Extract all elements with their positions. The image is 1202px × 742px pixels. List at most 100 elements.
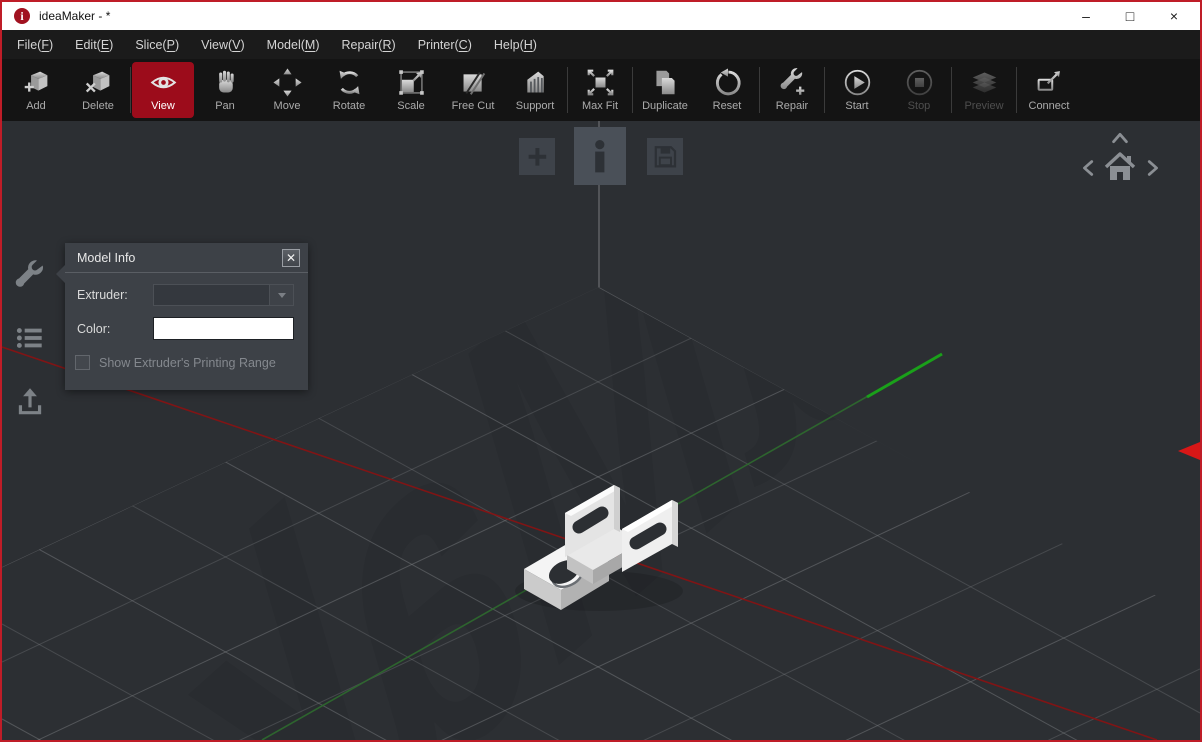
model-settings-button[interactable] [13,258,47,292]
toolbar-duplicate-button[interactable]: Duplicate [634,62,696,118]
info-icon [574,127,626,185]
extruder-row: Extruder: [77,284,294,306]
toolbar-scale-button[interactable]: Scale [380,62,442,118]
close-button[interactable]: × [1152,2,1196,30]
toolbar-support-button[interactable]: Support [504,62,566,118]
toolbar-label: Scale [397,100,425,112]
toolbar-repair-button[interactable]: Repair [761,62,823,118]
toolbar-pan-button[interactable]: Pan [194,62,256,118]
show-range-label: Show Extruder's Printing Range [99,355,276,370]
toolbar-separator [951,67,952,113]
app-logo-icon: i [14,8,30,24]
toolbar-move-button[interactable]: Move [256,62,318,118]
toolbar-label: Support [515,100,555,112]
toolbar-rotate-button[interactable]: Rotate [318,62,380,118]
dialog-header: Model Info ✕ [65,243,308,273]
toolbar-label: Start [845,100,869,112]
toolbar-stop-button: Stop [888,62,950,118]
minimize-button[interactable]: – [1064,2,1108,30]
menu-model[interactable]: Model(M) [256,38,331,52]
home-view-button[interactable] [1102,148,1138,184]
rotate-icon [335,68,364,97]
window-controls: – □ × [1064,2,1196,30]
add-model-button[interactable] [519,138,555,175]
extruder-label: Extruder: [77,288,128,302]
menu-view[interactable]: View(V) [190,38,256,52]
toolbar-separator [567,67,568,113]
menu-help[interactable]: Help(H) [483,38,548,52]
view-icon [149,68,178,97]
toolbar-separator [130,67,131,113]
dialog-title: Model Info [77,251,136,265]
menu-edit[interactable]: Edit(E) [64,38,124,52]
toolbar-label: Reset [712,100,742,112]
x-axis-arrow [1178,442,1200,460]
menu-repair[interactable]: Repair(R) [330,38,406,52]
maximize-button[interactable]: □ [1108,2,1152,30]
rotate-left-button[interactable] [1078,157,1100,179]
color-row: Color: [77,317,294,340]
toolbar-reset-button[interactable]: Reset [696,62,758,118]
menu-slice[interactable]: Slice(P) [124,38,190,52]
save-model-button[interactable] [647,138,683,175]
build-plate-watermark: ideaMaker [2,121,1200,740]
upload-icon [13,384,47,418]
dialog-pointer [56,265,65,283]
menu-bar: File(F) Edit(E) Slice(P) View(V) Model(M) Rep… [2,30,1200,59]
list-icon [13,321,47,355]
toolbar-label: View [151,100,175,112]
toolbar-preview-button: Preview [953,62,1015,118]
rotate-right-button[interactable] [1141,157,1163,179]
duplicate-icon [651,68,680,97]
free-cut-icon [459,68,488,97]
toolbar-label: Delete [82,100,114,112]
toolbar-separator [824,67,825,113]
chevron-icon [1108,127,1132,149]
toolbar-label: Move [273,100,301,112]
home-icon [1102,148,1138,184]
preview-icon [970,68,999,97]
chevron-icon [1078,157,1100,179]
toolbar-delete-button[interactable]: Delete [67,62,129,118]
export-model-button[interactable] [13,384,47,418]
toolbar-label: Duplicate [642,100,688,112]
toolbar-label: Rotate [332,100,366,112]
toolbar-separator [759,67,760,113]
scale-icon [397,68,426,97]
plus-icon [519,138,555,175]
toolbar-label: Free Cut [451,100,495,112]
toolbar-label: Stop [907,100,931,112]
close-icon[interactable]: ✕ [282,249,300,267]
max-fit-icon [586,68,615,97]
toolbar-label: Repair [775,100,809,112]
chevron-icon [1141,157,1163,179]
extruder-value [154,285,269,305]
viewport-3d-scene[interactable]: ideaMaker [2,121,1200,740]
toolbar-connect-button[interactable]: Connect [1018,62,1080,118]
toolbar-add-button[interactable]: Add [5,62,67,118]
menu-printer[interactable]: Printer(C) [407,38,483,52]
toolbar-separator [1016,67,1017,113]
title-bar: i ideaMaker - * – □ × [2,2,1200,30]
connect-icon [1035,68,1064,97]
toolbar-view-button[interactable]: View [132,62,194,118]
color-swatch[interactable] [153,317,294,340]
reset-icon [713,68,742,97]
wrench-icon [13,258,47,292]
toolbar-start-button[interactable]: Start [826,62,888,118]
repair-icon [778,68,807,97]
show-range-checkbox [75,355,90,370]
toolbar-label: Connect [1028,100,1070,112]
toolbar-max-fit-button[interactable]: Max Fit [569,62,631,118]
delete-icon [84,68,113,97]
y-axis-arrow [866,352,943,399]
model-list-button[interactable] [13,321,47,355]
save-icon [647,138,683,175]
toolbar-label: Add [26,100,46,112]
rotate-up-button[interactable] [1108,127,1132,149]
dropdown-arrow-button [269,285,293,305]
toolbar-free-cut-button[interactable]: Free Cut [442,62,504,118]
model-info-button[interactable] [574,127,626,185]
model-info-dialog: Model Info ✕ Extruder: Color: Show Extru… [56,243,308,390]
menu-file[interactable]: File(F) [6,38,64,52]
